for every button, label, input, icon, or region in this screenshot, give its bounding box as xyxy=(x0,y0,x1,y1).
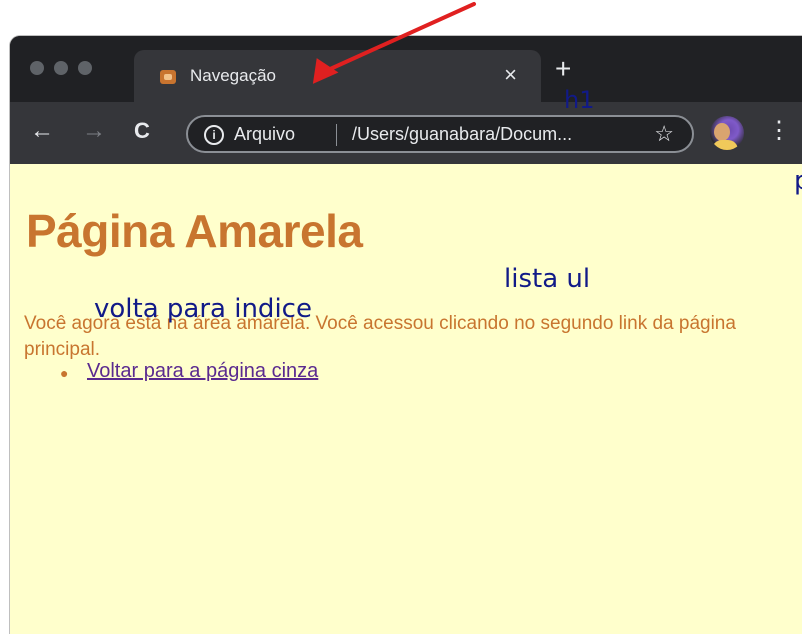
info-icon[interactable]: i xyxy=(204,125,224,145)
page-viewport: Página Amarela Você agora está na área a… xyxy=(10,164,802,634)
new-tab-icon[interactable]: + xyxy=(555,55,571,83)
forward-icon[interactable]: → xyxy=(82,118,106,144)
page-heading: Página Amarela xyxy=(26,205,363,257)
annotation-p: p xyxy=(794,166,802,196)
back-icon[interactable]: ← xyxy=(30,118,54,144)
address-bar[interactable]: i Arquivo /Users/guanabara/Docum... ☆ xyxy=(186,115,694,153)
back-to-gray-page-link[interactable]: Voltar para a página cinza xyxy=(87,360,318,383)
minimize-window-button[interactable] xyxy=(54,61,68,75)
tab-title: Navegação xyxy=(190,66,277,85)
annotation-link-note: volta para indice xyxy=(94,294,312,324)
annotation-h1: h1 xyxy=(564,86,595,114)
close-tab-icon[interactable]: × xyxy=(504,62,517,88)
profile-avatar[interactable] xyxy=(710,116,744,150)
browser-window: Navegação × + ← → C i Arquivo /Users/gua… xyxy=(10,36,802,634)
close-window-button[interactable] xyxy=(30,61,44,75)
tab-strip: Navegação × + xyxy=(10,36,802,102)
zoom-window-button[interactable] xyxy=(78,61,92,75)
active-tab[interactable]: Navegação × xyxy=(134,50,541,102)
navigation-toolbar: ← → C i Arquivo /Users/guanabara/Docum..… xyxy=(10,102,802,164)
url-text[interactable]: /Users/guanabara/Docum... xyxy=(352,124,572,145)
bookmark-star-icon[interactable]: ☆ xyxy=(654,121,674,147)
reload-icon[interactable]: C xyxy=(134,118,150,144)
menu-icon[interactable]: ⋮ xyxy=(767,116,791,146)
address-divider xyxy=(336,124,337,146)
annotation-list-ul: lista ul xyxy=(504,264,591,294)
favicon-icon xyxy=(160,70,176,84)
scheme-label: Arquivo xyxy=(234,124,296,144)
list-bullet-icon: ● xyxy=(60,365,69,381)
